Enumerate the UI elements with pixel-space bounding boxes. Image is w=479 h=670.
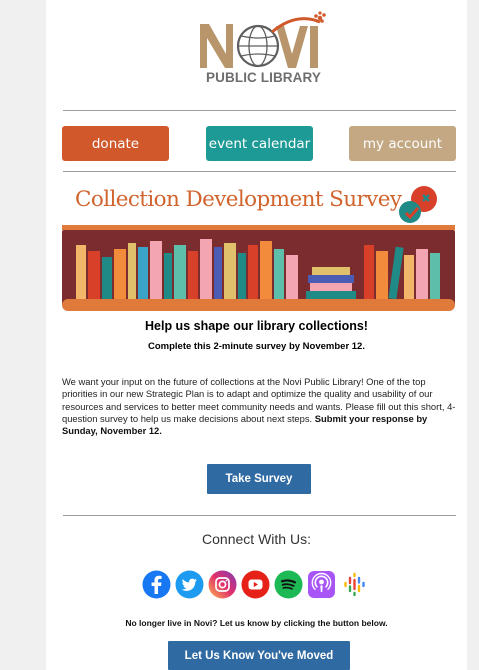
google-podcasts-icon[interactable] [340, 570, 369, 599]
facebook-icon[interactable] [142, 570, 171, 599]
headline: Help us shape our library collections! [145, 319, 368, 333]
moved-note: No longer live in Novi? Let us know by c… [125, 618, 388, 628]
left-gutter [0, 0, 46, 670]
novi-logo-wordmark [200, 11, 326, 68]
my-account-button[interactable]: my account [349, 126, 456, 161]
social-links [142, 570, 382, 602]
banner-title: Collection Development Survey [75, 187, 402, 212]
right-gutter [467, 0, 479, 670]
survey-banner[interactable]: Collection Development Survey [62, 179, 455, 311]
instagram-icon[interactable] [208, 570, 237, 599]
youtube-icon[interactable] [241, 570, 270, 599]
divider [63, 171, 456, 172]
email-body: PUBLIC LIBRARY donate event calendar my … [46, 0, 467, 670]
bookshelf-illustration [62, 225, 455, 311]
twitter-icon[interactable] [175, 570, 204, 599]
logo-subtitle: PUBLIC LIBRARY [206, 70, 321, 85]
body-paragraph: We want your input on the future of coll… [62, 376, 458, 437]
divider [63, 515, 456, 516]
moved-button[interactable]: Let Us Know You've Moved [168, 641, 350, 670]
podcasts-icon[interactable] [307, 570, 336, 599]
subheadline: Complete this 2-minute survey by Novembe… [148, 341, 365, 352]
connect-heading: Connect With Us: [202, 531, 311, 547]
divider [63, 110, 456, 111]
donate-button[interactable]: donate [62, 126, 169, 161]
spotify-icon[interactable] [274, 570, 303, 599]
event-calendar-button[interactable]: event calendar [206, 126, 313, 161]
library-logo[interactable]: PUBLIC LIBRARY [196, 6, 331, 92]
chat-icon [399, 186, 437, 223]
take-survey-button[interactable]: Take Survey [207, 464, 311, 494]
